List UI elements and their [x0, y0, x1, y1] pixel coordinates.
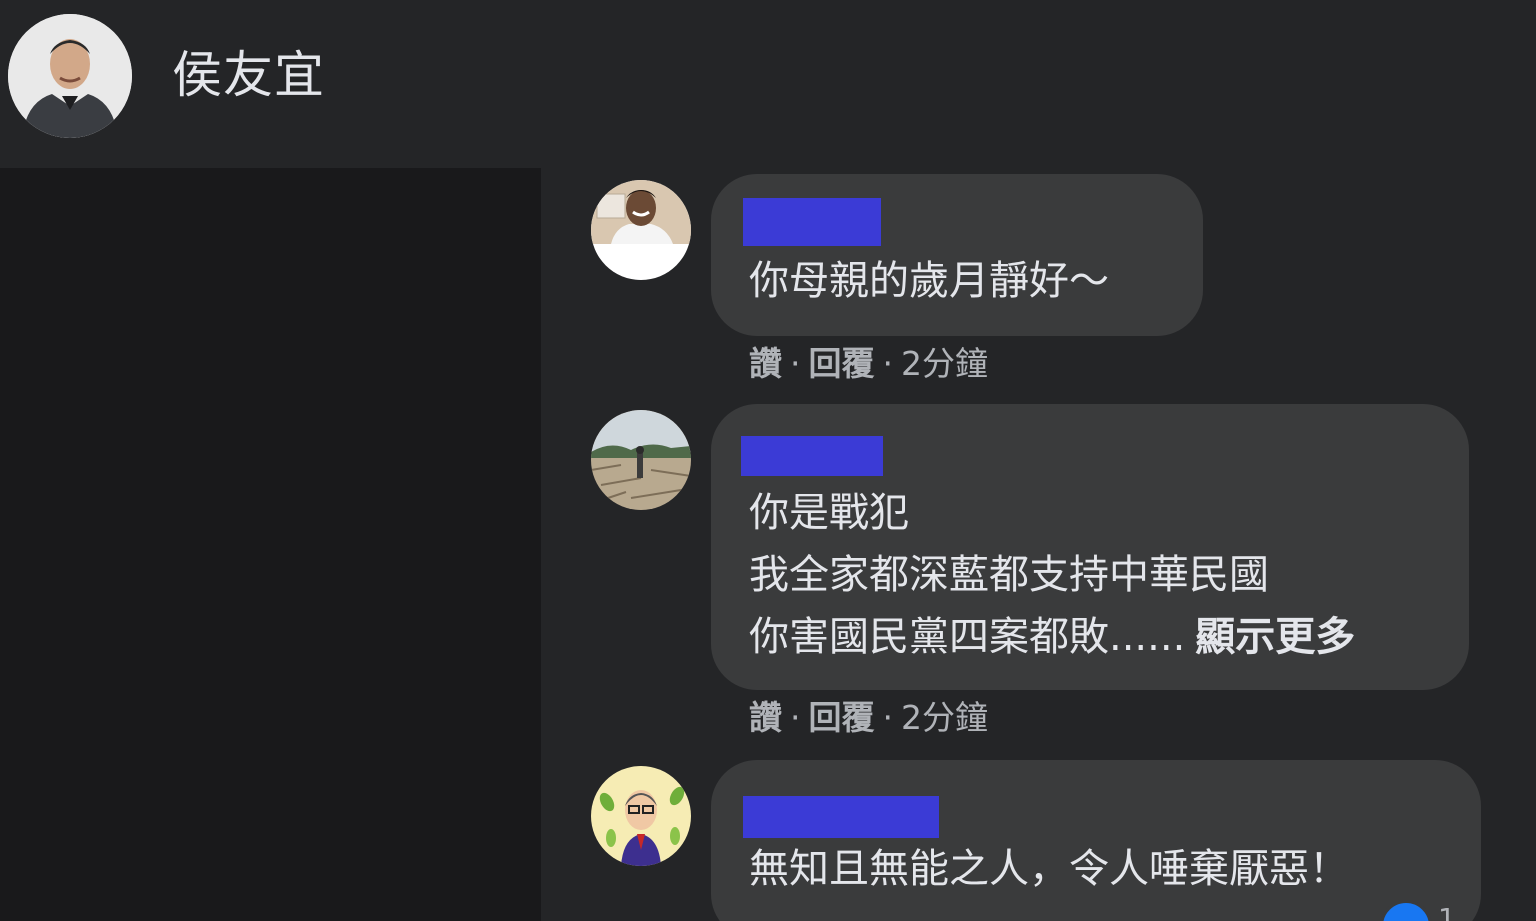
separator-dot: · [882, 698, 894, 737]
page-header: 侯友宜 [0, 0, 1536, 168]
comment-3-bubble: 無知且無能之人，令人唾棄厭惡！ [711, 760, 1481, 921]
comment-1-reply-link[interactable]: 回覆 [809, 344, 875, 383]
redacted-username[interactable] [743, 796, 939, 838]
comment-2-bubble: 你是戰犯 我全家都深藍都支持中華民國 你害國民黨四案都敗...... 顯示更多 [711, 404, 1469, 690]
comment-2-line-3: 你害國民黨四案都敗...... 顯示更多 [749, 606, 1355, 668]
page-avatar[interactable] [8, 14, 132, 138]
comment-3-text: 無知且無能之人，令人唾棄厭惡！ [749, 846, 1349, 892]
comment-2-like-link[interactable]: 讚 [749, 698, 782, 737]
page-name[interactable]: 侯友宜 [172, 40, 325, 110]
see-more-link[interactable]: 顯示更多 [1195, 614, 1355, 660]
comment-3-avatar[interactable] [591, 766, 691, 866]
separator-dot: · [790, 344, 801, 383]
profile-photo-icon [8, 14, 132, 138]
separator-dot: · [790, 698, 801, 737]
comments-area: 你母親的歲月靜好～ 讚 · 回覆 · 2分鐘 你是戰犯 我全家都深藍都支持中華民國 你害… [541, 168, 1536, 921]
redacted-username[interactable] [741, 436, 883, 476]
user-photo-landscape-icon [591, 410, 691, 510]
reaction-count[interactable]: 1 [1438, 902, 1456, 921]
comment-2-reply-link[interactable]: 回覆 [809, 698, 875, 737]
comment-2-avatar[interactable] [591, 410, 691, 510]
separator-dot: · [882, 344, 894, 383]
redacted-username[interactable] [743, 198, 881, 246]
comment-1-text: 你母親的歲月靜好～ [749, 258, 1109, 304]
comment-1-actions: 讚 · 回覆 · 2分鐘 [749, 344, 988, 384]
comment-2-timestamp[interactable]: 2分鐘 [901, 698, 988, 737]
user-avatar-cartoon-icon [591, 766, 691, 866]
comment-2-line-3-text: 你害國民黨四案都敗...... [749, 614, 1186, 660]
user-photo-man-icon [591, 180, 691, 280]
comment-2-line-2: 我全家都深藍都支持中華民國 [749, 552, 1269, 598]
comment-1-timestamp[interactable]: 2分鐘 [901, 344, 988, 383]
app-window: 侯友宜 你母親的歲月靜好～ 讚 · 回覆 · 2分鐘 你是戰犯 我全家都深藍都支… [0, 0, 1536, 921]
comment-2-actions: 讚 · 回覆 · 2分鐘 [749, 698, 988, 738]
left-empty-panel [0, 168, 541, 921]
comment-1-bubble: 你母親的歲月靜好～ [711, 174, 1203, 336]
comment-1-avatar[interactable] [591, 180, 691, 280]
comment-1-like-link[interactable]: 讚 [749, 344, 782, 383]
comment-2-line-1: 你是戰犯 [749, 490, 909, 536]
